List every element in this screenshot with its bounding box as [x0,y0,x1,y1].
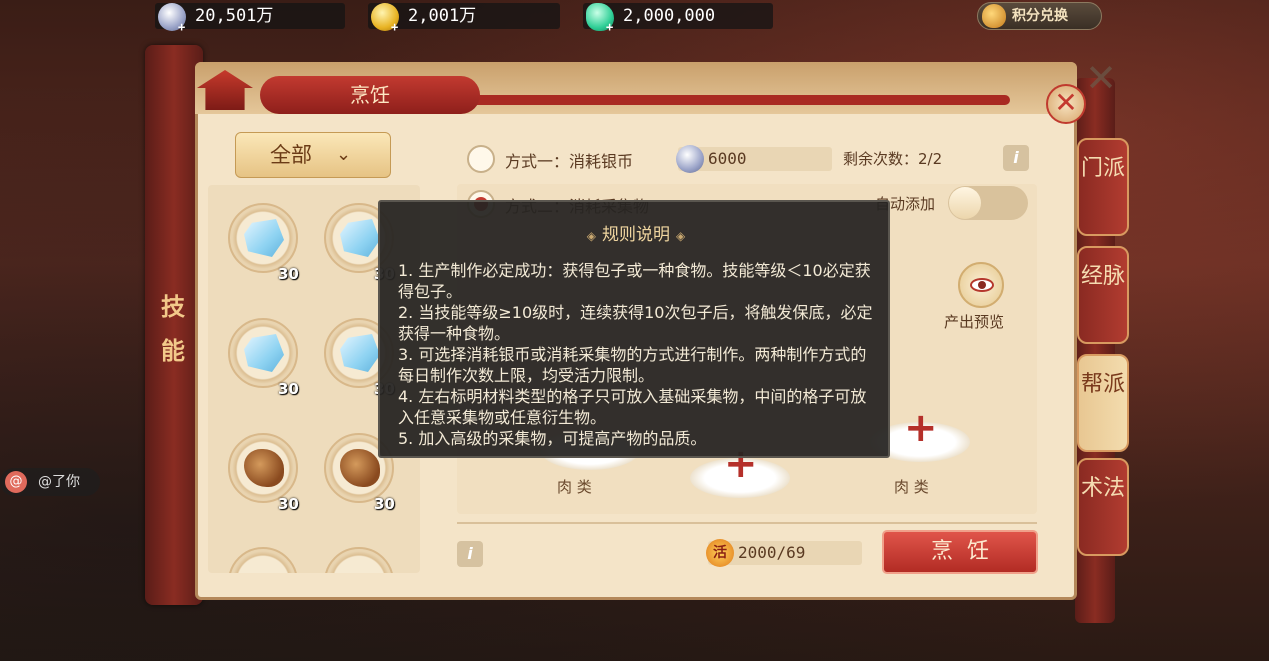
plus-icon: + [606,20,614,34]
silver-cost-value: 6000 [708,149,747,168]
vigor-value: 2000/69 [738,543,806,562]
chat-mention[interactable]: @ @了你 [0,468,100,496]
item-count: 30 [278,495,299,513]
header-ornament [470,95,1010,105]
list-item[interactable]: 30 [228,433,299,513]
skill-label: 技能 [161,293,185,365]
jade-value: 2,000,000 [623,6,716,26]
slot-center-plate[interactable]: + [690,444,790,498]
panel-title: 烹饪 [260,76,480,114]
diamond-icon: ◈ [586,229,596,243]
plus-icon: + [391,20,399,34]
list-item[interactable] [228,547,298,573]
tab-label: 门派 [1080,156,1125,181]
list-item[interactable]: 30 [228,318,299,398]
item-count: 30 [278,380,299,398]
money-bag-icon [982,4,1006,28]
vigor-display: 活 2000/69 [706,539,862,567]
tooltip-title-text: 规则说明 [602,225,670,245]
vigor-icon: 活 [706,539,734,567]
item-count: 30 [374,495,395,513]
points-exchange-button[interactable]: 积分兑换 [977,2,1102,30]
meat-ingredient-icon [340,449,380,487]
tab-sect[interactable]: 门派 [1077,138,1129,236]
ice-ingredient-icon [244,219,284,257]
rules-tooltip: ◈ 规则说明 ◈ 1. 生产制作必定成功：获得包子或一种食物。技能等级＜10必定获得… [378,200,890,458]
tab-label: 经脉 [1080,264,1125,289]
silver-value: 20,501万 [195,6,274,26]
chevron-down-icon: ⌄ [336,144,352,165]
tab-label: 术法 [1080,476,1125,501]
ice-ingredient-icon [340,334,380,372]
add-icon: + [904,405,938,451]
filter-label: 全部 [270,143,312,167]
silver-coin-icon [676,145,704,173]
ice-ingredient-icon [244,334,284,372]
item-count: 30 [278,265,299,283]
meat-ingredient-icon [244,449,284,487]
mode1-radio[interactable] [467,145,495,173]
category-filter-dropdown[interactable]: 全部 ⌄ [235,132,391,178]
info-icon[interactable]: i [457,541,483,567]
plus-icon: + [178,20,186,34]
background-close-icon: ✕ [1085,56,1117,100]
remaining-count: 剩余次数：2/2 [843,150,943,168]
divider [457,522,1037,524]
tab-meridian[interactable]: 经脉 [1077,246,1129,344]
gold-value: 2,001万 [408,6,477,26]
mode1-label: 方式一：消耗银币 [505,152,634,171]
chat-mention-text: @了你 [38,474,80,490]
rule-line: 3. 可选择消耗银币或消耗采集物的方式进行制作。两种制作方式的每日制作次数上限，… [398,345,867,385]
slot-left-label: 肉 类 [557,478,592,496]
tooltip-title: ◈ 规则说明 ◈ [380,220,892,245]
rule-line: 1. 生产制作必定成功：获得包子或一种食物。技能等级＜10必定获得包子。 [398,261,871,301]
rule-line: 4. 左右标明材料类型的格子只可放入基础采集物，中间的格子可放入任意采集物或任意… [398,387,867,427]
toggle-knob [949,187,981,219]
silver-currency[interactable]: + 20,501万 [155,3,345,34]
silver-cost: 6000 [676,145,832,173]
at-icon: @ [5,471,27,493]
rule-line: 2. 当技能等级≥10级时，连续获得10次包子后，将触发保底，必定获得一种食物。 [398,303,873,343]
close-button[interactable]: ✕ [1046,84,1086,124]
ice-ingredient-icon [340,219,380,257]
tooltip-body: 1. 生产制作必定成功：获得包子或一种食物。技能等级＜10必定获得包子。 2. … [398,260,878,449]
slot-right-label: 肉 类 [894,478,929,496]
cook-button[interactable]: 烹饪 [882,530,1038,574]
diamond-icon: ◈ [676,229,686,243]
auto-add-toggle[interactable] [948,186,1028,220]
gold-currency[interactable]: + 2,001万 [368,3,560,34]
list-item[interactable]: 30 [228,203,299,283]
points-exchange-label: 积分兑换 [1012,8,1068,24]
eye-icon [970,278,994,292]
tab-guild[interactable]: 帮派 [1077,354,1129,452]
list-item[interactable] [324,547,394,573]
tab-spell[interactable]: 术法 [1077,458,1129,556]
output-preview-button[interactable] [958,262,1004,308]
info-icon[interactable]: i [1003,145,1029,171]
rule-line: 5. 加入高级的采集物，可提高产物的品质。 [398,429,707,448]
output-preview-label: 产出预览 [944,313,1005,331]
jade-currency[interactable]: + 2,000,000 [583,3,773,34]
tab-label: 帮派 [1080,372,1125,397]
